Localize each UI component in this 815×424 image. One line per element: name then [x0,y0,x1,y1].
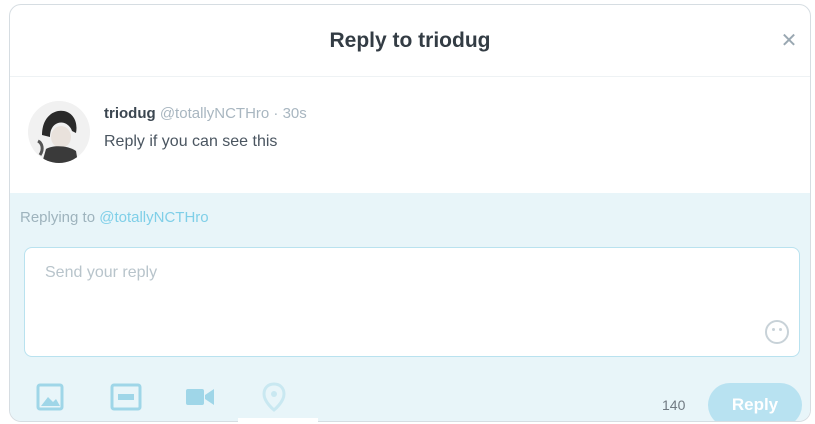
close-icon[interactable]: ✕ [778,29,800,52]
author-name[interactable]: triodug [104,105,156,122]
location-icon[interactable] [256,379,292,415]
char-count: 140 [662,397,686,413]
reply-button[interactable]: Reply [708,383,802,421]
dialog-title: Reply to triodug [329,28,491,52]
reply-box [24,247,800,357]
dialog-header: Reply to triodug ✕ [10,5,810,77]
reply-dialog: Reply to triodug ✕ triodug @totallyNCTHr… [9,4,811,422]
replying-to-handle[interactable]: @totallyNCTHro [99,209,208,226]
tweet-time[interactable]: 30s [283,105,307,122]
tweet-text: Reply if you can see this [104,133,278,150]
author-handle[interactable]: @totallyNCTHro [160,105,269,122]
image-icon[interactable] [32,379,68,415]
tooltip-fragment [238,418,318,424]
avatar[interactable] [28,101,90,163]
meta-separator: · [273,105,283,122]
emoji-icon[interactable] [765,320,789,344]
reply-composer: Replying to @totallyNCTHro Send your rep… [10,193,810,421]
original-tweet: triodug @totallyNCTHro · 30s Reply if yo… [10,77,810,193]
tweet-meta: triodug @totallyNCTHro · 30s [104,105,307,122]
composer-toolbar: 140 Reply [10,375,810,421]
replying-to-label: Replying to [20,209,96,226]
video-icon[interactable] [182,379,218,415]
gif-icon[interactable] [108,379,144,415]
replying-to: Replying to @totallyNCTHro [20,209,209,226]
reply-input[interactable] [25,248,799,356]
